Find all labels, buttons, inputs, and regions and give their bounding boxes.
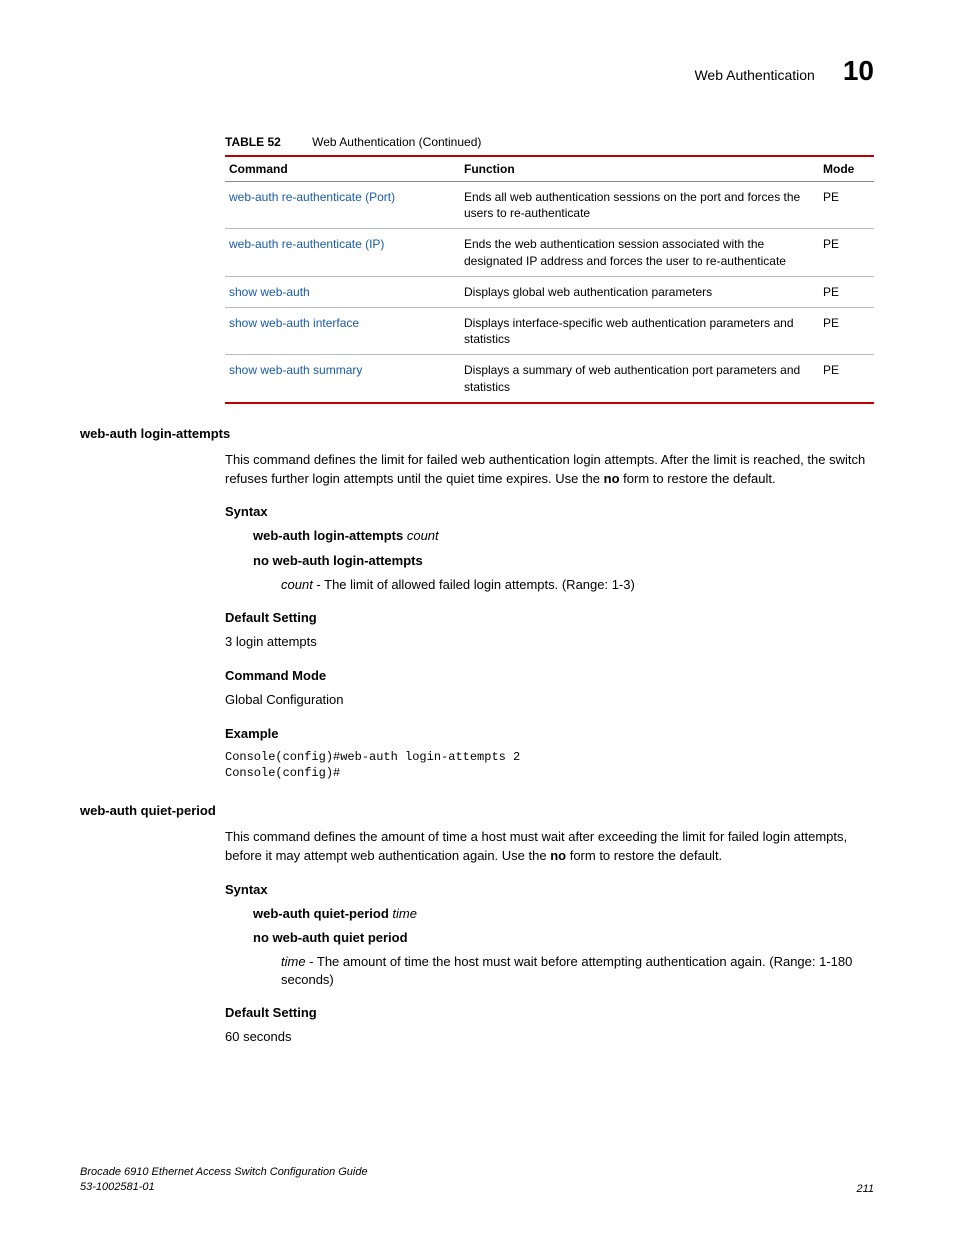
header-title: Web Authentication [694,67,814,83]
cmd-mode: PE [819,307,874,354]
section-body: This command defines the limit for faile… [225,451,874,781]
syntax-label: Syntax [225,504,874,519]
param-text: - The amount of time the host must wait … [281,954,852,987]
param-text: - The limit of allowed failed login atte… [313,577,635,592]
mode-label: Command Mode [225,668,874,683]
cmd-link[interactable]: web-auth re-authenticate (IP) [225,229,460,276]
command-table: Command Function Mode web-auth re-authen… [225,155,874,404]
cmd-function: Displays a summary of web authentication… [460,355,819,403]
cmd-mode: PE [819,355,874,403]
param-name: count [281,577,313,592]
th-mode: Mode [819,156,874,182]
table-row: web-auth re-authenticate (IP) Ends the w… [225,229,874,276]
section-intro: This command defines the amount of time … [225,828,874,866]
cmd-link[interactable]: web-auth re-authenticate (Port) [225,182,460,229]
table-row: show web-auth interface Displays interfa… [225,307,874,354]
default-label: Default Setting [225,610,874,625]
param-desc: time - The amount of time the host must … [281,953,874,989]
syntax-cmd: web-auth quiet-period [253,906,389,921]
cmd-mode: PE [819,229,874,276]
intro-post: form to restore the default. [620,471,776,486]
default-label: Default Setting [225,1005,874,1020]
section-intro: This command defines the limit for faile… [225,451,874,489]
table-caption: TABLE 52 Web Authentication (Continued) [225,135,874,149]
default-value: 3 login attempts [225,633,874,652]
cmd-link[interactable]: show web-auth [225,276,460,307]
intro-pre: This command defines the amount of time … [225,829,847,863]
default-value: 60 seconds [225,1028,874,1047]
intro-bold: no [604,471,620,486]
cmd-link[interactable]: show web-auth interface [225,307,460,354]
cmd-function: Displays global web authentication param… [460,276,819,307]
footer-left: Brocade 6910 Ethernet Access Switch Conf… [80,1165,368,1195]
cmd-mode: PE [819,182,874,229]
intro-bold: no [550,848,566,863]
syntax-param: time [392,906,417,921]
table-row: show web-auth summary Displays a summary… [225,355,874,403]
syntax-line: web-auth login-attempts count [253,527,874,545]
syntax-line: web-auth quiet-period time [253,905,874,923]
cmd-function: Displays interface-specific web authenti… [460,307,819,354]
th-function: Function [460,156,819,182]
footer-book: Brocade 6910 Ethernet Access Switch Conf… [80,1165,368,1180]
syntax-param: count [407,528,439,543]
param-name: time [281,954,306,969]
intro-post: form to restore the default. [566,848,722,863]
syntax-label: Syntax [225,882,874,897]
example-label: Example [225,726,874,741]
section-heading-quiet-period: web-auth quiet-period [80,803,874,818]
example-code: Console(config)#web-auth login-attempts … [225,749,874,781]
table-row: show web-auth Displays global web authen… [225,276,874,307]
footer-docnum: 53-1002581-01 [80,1180,368,1195]
page-header: Web Authentication 10 [80,55,874,87]
page-footer: Brocade 6910 Ethernet Access Switch Conf… [80,1165,874,1195]
table-number: TABLE 52 [225,135,281,149]
table-title: Web Authentication (Continued) [312,135,481,149]
param-desc: count - The limit of allowed failed logi… [281,576,874,594]
section-body: This command defines the amount of time … [225,828,874,1047]
table-52: TABLE 52 Web Authentication (Continued) … [225,135,874,404]
cmd-function: Ends the web authentication session asso… [460,229,819,276]
syntax-no-line: no web-auth login-attempts [253,552,874,570]
section-heading-login-attempts: web-auth login-attempts [80,426,874,441]
th-command: Command [225,156,460,182]
syntax-cmd: web-auth login-attempts [253,528,403,543]
cmd-mode: PE [819,276,874,307]
chapter-number: 10 [843,55,874,87]
table-row: web-auth re-authenticate (Port) Ends all… [225,182,874,229]
cmd-function: Ends all web authentication sessions on … [460,182,819,229]
syntax-no-line: no web-auth quiet period [253,929,874,947]
mode-value: Global Configuration [225,691,874,710]
footer-page: 211 [856,1183,874,1195]
cmd-link[interactable]: show web-auth summary [225,355,460,403]
